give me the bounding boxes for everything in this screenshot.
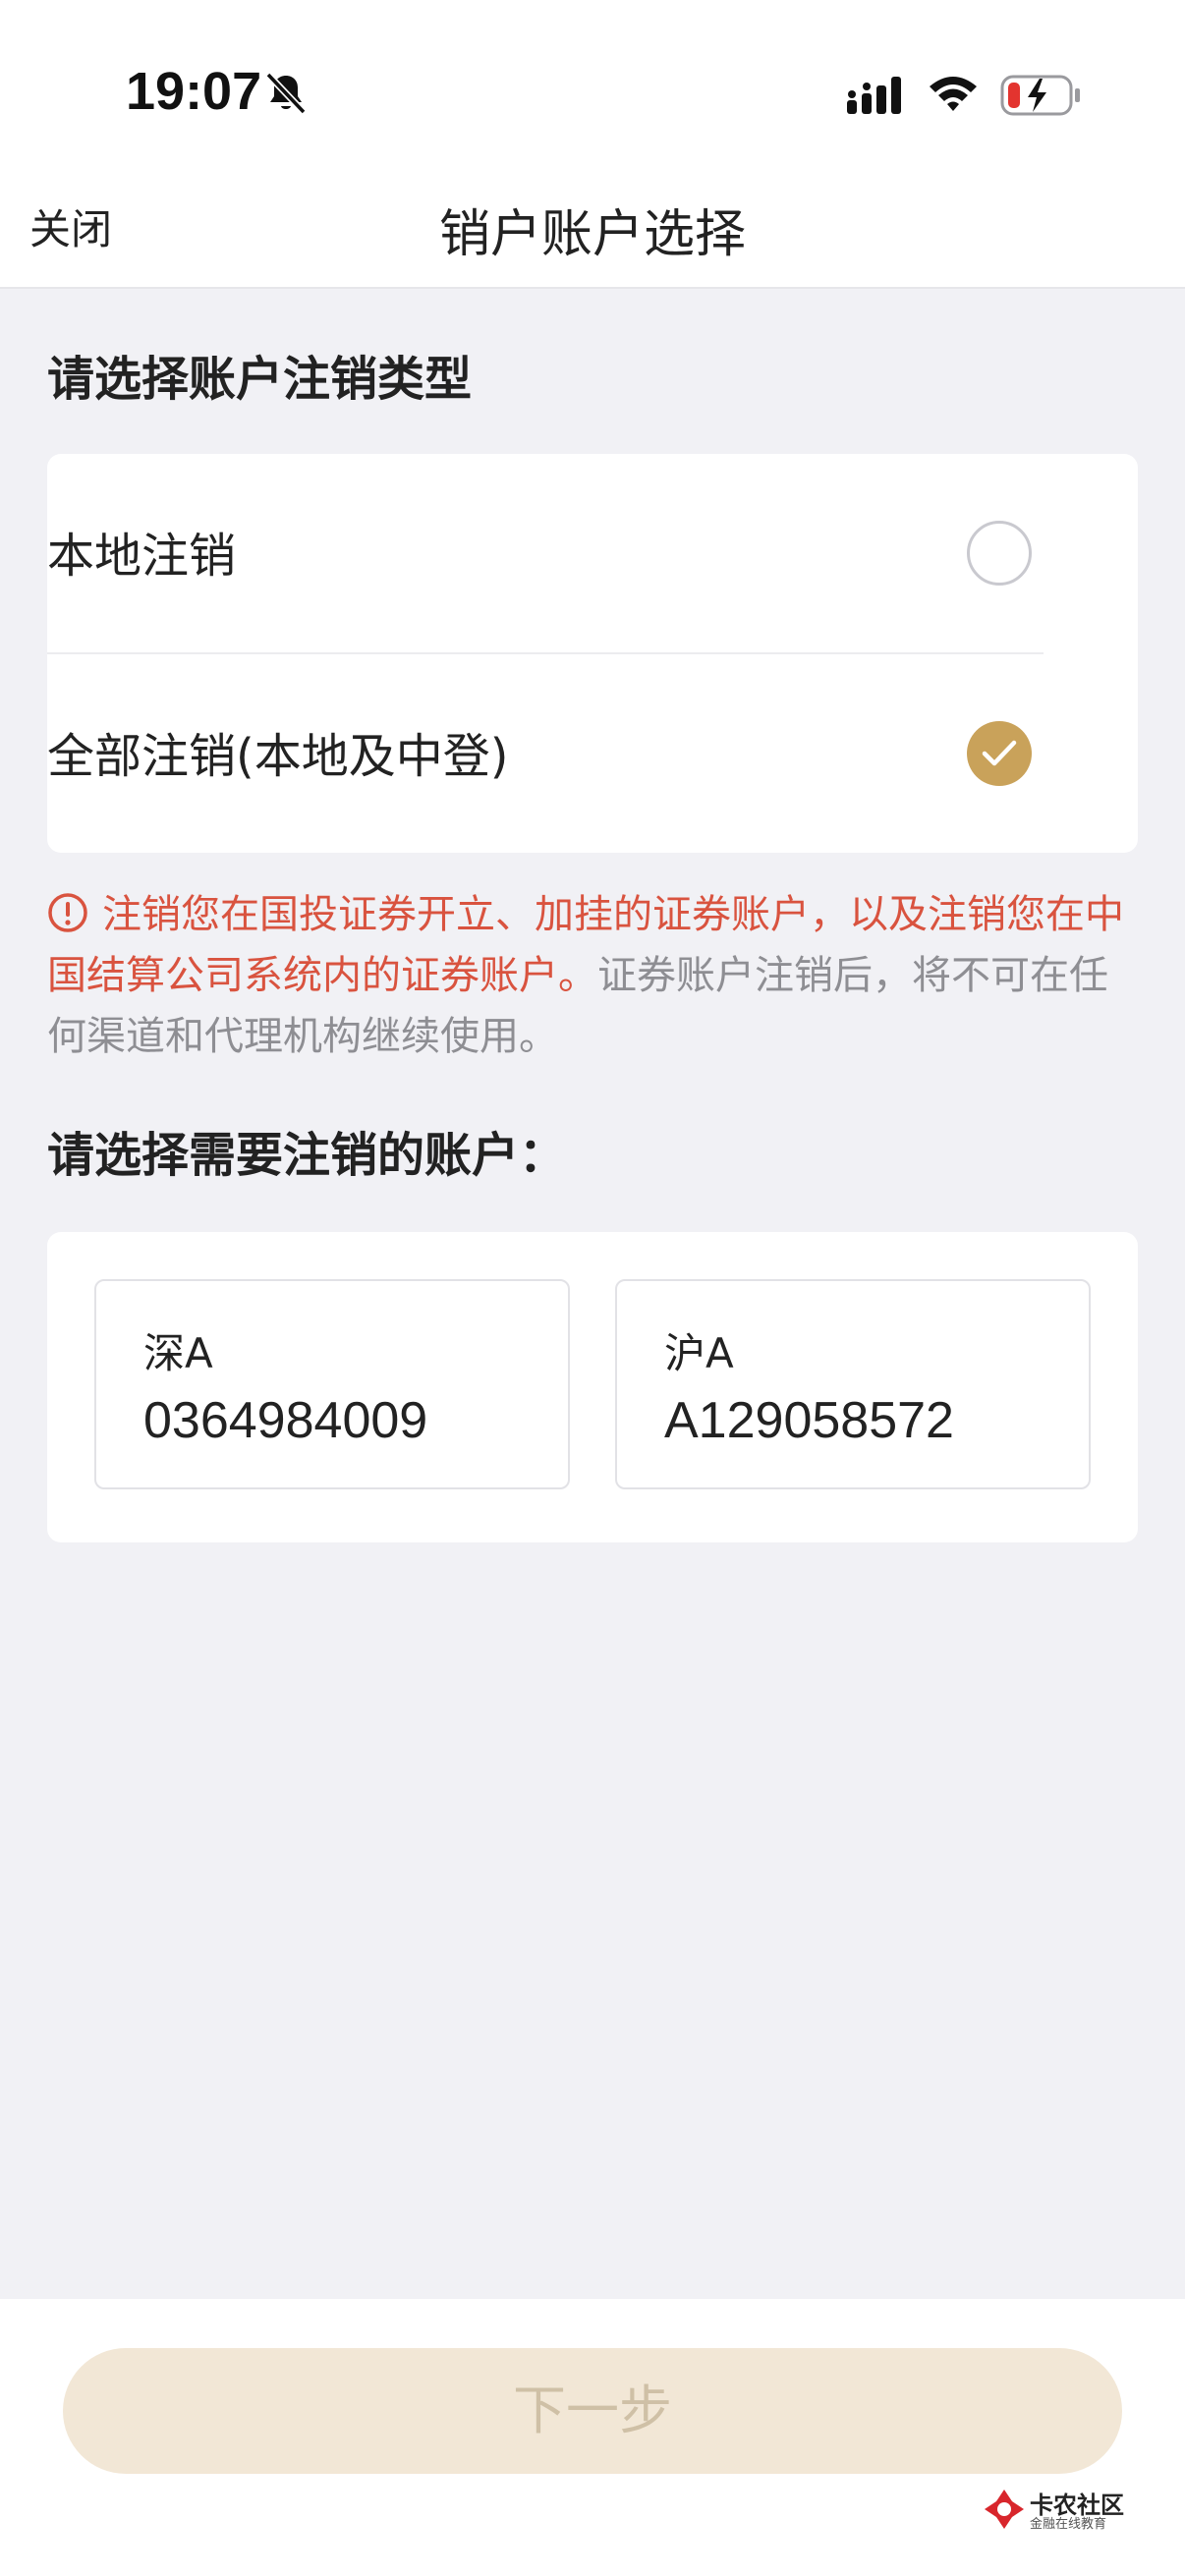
signal-icon	[847, 77, 901, 114]
accounts-title: 请选择需要注销的账户：	[47, 1128, 567, 1183]
nav-bar: 关闭 销户账户选择	[0, 167, 1185, 289]
account-sz-a[interactable]: 深A 0364984009	[94, 1279, 570, 1489]
cancel-notice: 注销您在国投证券开立、加挂的证券账户，以及注销您在中国结算公司系统内的证券账户。…	[47, 884, 1138, 1067]
status-bar: 19:07	[0, 0, 1185, 167]
wifi-icon	[930, 77, 977, 111]
option-local-cancel[interactable]: 本地注销	[47, 454, 1044, 652]
page-title: 销户账户选择	[438, 205, 746, 264]
option-label: 全部注销(本地及中登)	[47, 729, 509, 784]
radio-unchecked-icon[interactable]	[967, 521, 1032, 586]
option-label: 本地注销	[47, 529, 237, 584]
watermark-subtitle: 金融在线教育	[1030, 2517, 1107, 2532]
account-type: 深A	[143, 1329, 213, 1377]
account-sh-a[interactable]: 沪A A129058572	[615, 1279, 1091, 1489]
account-type: 沪A	[664, 1329, 734, 1377]
battery-charging-icon	[1000, 75, 1080, 116]
warning-icon	[48, 893, 87, 932]
watermark: 卡农社区 金融在线教育	[983, 2486, 1130, 2535]
option-full-cancel[interactable]: 全部注销(本地及中登)	[47, 654, 1044, 853]
cancel-type-title: 请选择账户注销类型	[47, 352, 473, 407]
bell-muted-icon	[265, 72, 307, 115]
account-number: A129058572	[664, 1392, 954, 1449]
kanong-logo-icon	[985, 2490, 1024, 2529]
account-number: 0364984009	[143, 1392, 428, 1449]
bottom-bar: 下一步 卡农社区 金融在线教育	[0, 2299, 1185, 2576]
status-time: 19:07	[126, 62, 262, 121]
radio-checked-icon[interactable]	[967, 721, 1032, 786]
page: 19:07 关闭 销户账户选择 请选择账户注销类型 本地注销 全部注销(本地及中…	[0, 0, 1185, 2576]
next-step-button[interactable]: 下一步	[63, 2348, 1122, 2474]
